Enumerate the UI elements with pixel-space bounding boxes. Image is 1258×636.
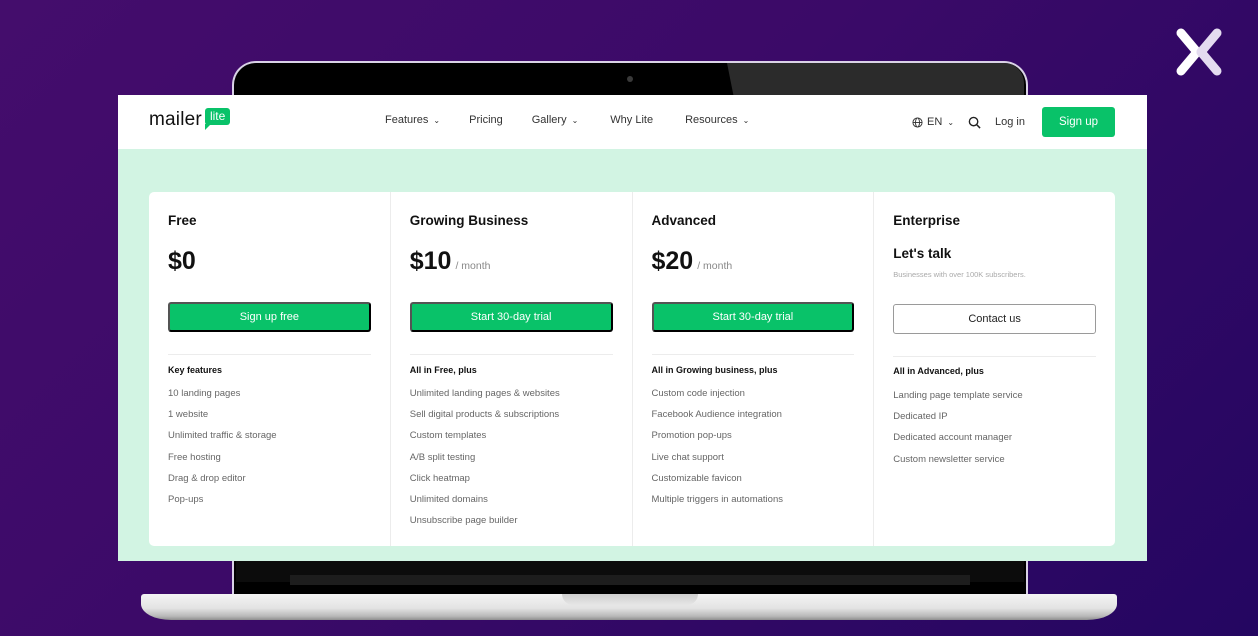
feature-list: Landing page template service Dedicated … [893,390,1022,475]
feature-item: Free hosting [168,451,221,463]
divider [409,354,613,355]
start-trial-button[interactable]: Start 30-day trial [409,302,613,332]
plan-price: $20 / month [652,247,733,276]
nav-links: Features ⌄ Pricing Gallery ⌄ Why Lite Re… [385,114,749,126]
feature-item: Facebook Audience integration [651,409,782,421]
divider [168,354,371,355]
price-period: / month [697,260,733,272]
nav-resources[interactable]: Resources ⌄ [685,114,749,126]
feature-item: Unsubscribe page builder [409,515,518,527]
feature-item: Promotion pop-ups [651,430,732,442]
plan-card-free: Free $0 Sign up free Key features 10 lan… [149,192,391,546]
price-amount: $10 [409,247,452,275]
feature-list: 10 landing pages 1 website Unlimited tra… [168,388,277,515]
laptop-screen: mailer lite Features ⌄ Pricing Gallery ⌄… [118,95,1147,561]
feature-item: Live chat support [651,451,724,463]
language-selector[interactable]: EN ⌄ [912,116,954,128]
chevron-down-icon: ⌄ [947,117,955,127]
feature-item: Drag & drop editor [168,472,246,484]
feature-item: Unlimited landing pages & websites [409,388,560,399]
logo-badge: lite [204,108,231,130]
contact-us-button[interactable]: Contact us [893,304,1096,334]
features-heading: Key features [168,365,223,375]
feature-item: Dedicated account manager [893,432,1013,444]
nav-features[interactable]: Features ⌄ [385,114,440,126]
globe-icon [912,116,923,128]
chevron-down-icon: ⌄ [742,115,750,125]
language-label: EN [927,116,943,128]
brand-x-logo-icon [1176,28,1222,76]
feature-item: Click heatmap [409,472,470,484]
chevron-down-icon: ⌄ [571,115,579,125]
nav-features-label: Features [385,114,429,126]
plan-card-enterprise: Enterprise Let's talk Businesses with ov… [874,192,1115,546]
feature-list: Unlimited landing pages & websites Sell … [410,388,560,536]
feature-item: Landing page template service [893,390,1023,401]
feature-item: Custom templates [409,430,487,442]
nav-why-lite[interactable]: Why Lite [610,114,653,126]
plan-name: Growing Business [409,213,529,228]
plan-price: $0 [168,247,196,276]
feature-item: A/B split testing [409,451,476,463]
price-amount: $20 [651,247,694,275]
feature-item: 10 landing pages [168,388,241,399]
plan-card-growing-business: Growing Business $10 / month Start 30-da… [391,192,633,546]
price-period: / month [455,260,491,272]
plan-price: $10 / month [410,247,491,276]
feature-item: Dedicated IP [893,411,948,423]
feature-item: Custom code injection [651,388,745,399]
mailerlite-logo[interactable]: mailer lite [149,108,231,131]
features-heading: All in Growing business, plus [651,365,778,375]
nav-pricing-label: Pricing [469,114,503,126]
plan-name: Advanced [651,213,717,228]
plan-card-advanced: Advanced $20 / month Start 30-day trial … [633,192,875,546]
feature-item: Multiple triggers in automations [651,493,783,505]
chevron-down-icon: ⌄ [433,115,441,125]
nav-resources-label: Resources [685,114,738,126]
nav-gallery-label: Gallery [531,114,567,126]
feature-item: 1 website [168,409,209,421]
feature-item: Unlimited domains [409,493,488,505]
feature-item: Unlimited traffic & storage [168,430,277,442]
features-heading: All in Free, plus [409,365,477,375]
feature-item: Customizable favicon [651,472,742,484]
enterprise-headline: Let's talk [893,246,952,261]
login-link[interactable]: Log in [995,116,1025,128]
nav-why-lite-label: Why Lite [610,114,654,126]
start-trial-button[interactable]: Start 30-day trial [651,302,855,332]
plan-name: Enterprise [893,213,961,228]
laptop-notch [562,594,698,605]
signup-free-button[interactable]: Sign up free [168,302,371,332]
features-heading: All in Advanced, plus [893,366,984,376]
search-icon[interactable] [968,116,981,129]
nav-gallery[interactable]: Gallery ⌄ [532,114,579,126]
feature-item: Pop-ups [168,493,204,505]
price-amount: $0 [168,247,196,275]
logo-wordmark: mailer [149,109,202,130]
pricing-cards: Free $0 Sign up free Key features 10 lan… [149,192,1115,546]
feature-item: Sell digital products & subscriptions [409,409,560,421]
feature-list: Custom code injection Facebook Audience … [652,388,783,515]
divider [651,354,855,355]
nav-pricing[interactable]: Pricing [469,114,503,126]
plan-name: Free [168,213,197,228]
signup-button[interactable]: Sign up [1042,107,1115,137]
webcam [627,76,633,82]
enterprise-subtext: Businesses with over 100K subscribers. [893,270,1026,279]
feature-item: Custom newsletter service [893,453,1005,465]
laptop-hinge [290,575,970,585]
top-navbar: mailer lite Features ⌄ Pricing Gallery ⌄… [118,95,1147,149]
nav-actions: EN ⌄ Log in Sign up [912,107,1115,137]
divider [893,356,1096,357]
